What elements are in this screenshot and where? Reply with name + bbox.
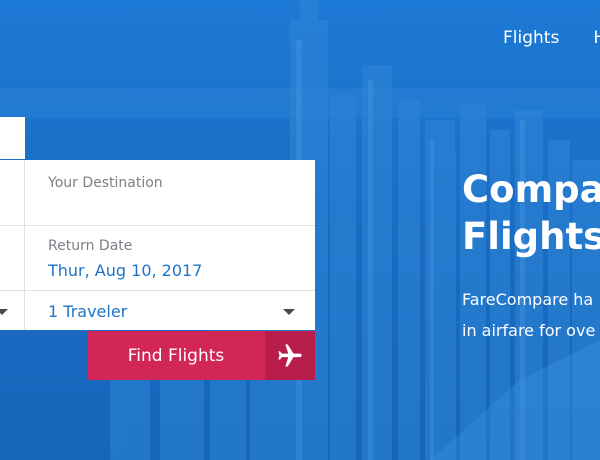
destination-field[interactable]: Your Destination <box>25 160 315 225</box>
travelers-value: 1 Traveler <box>48 302 128 321</box>
hero-headline: Compa Flights <box>462 166 600 260</box>
chevron-down-icon[interactable] <box>0 309 8 315</box>
hero-subtext: FareCompare ha in airfare for ove <box>462 284 595 346</box>
subtext-line-1: FareCompare ha <box>462 290 594 309</box>
headline-line-1: Compa <box>462 168 600 211</box>
search-form-card: Your Destination Return Date Thur, Aug 1… <box>0 160 315 330</box>
chevron-down-icon <box>283 309 295 315</box>
return-date-field[interactable]: Return Date Thur, Aug 10, 2017 <box>25 226 315 290</box>
find-flights-button[interactable]: Find Flights <box>88 331 315 380</box>
search-tab[interactable] <box>0 117 25 159</box>
nav-item-flights[interactable]: Flights <box>503 28 559 48</box>
find-flights-label: Find Flights <box>127 345 225 366</box>
top-nav: Flights H <box>503 26 600 50</box>
return-date-value: Thur, Aug 10, 2017 <box>48 261 203 280</box>
subtext-line-2: in airfare for ove <box>462 321 596 340</box>
airplane-icon <box>265 331 315 380</box>
travelers-select[interactable]: 1 Traveler <box>25 291 315 330</box>
headline-line-2: Flights <box>462 215 600 258</box>
nav-item-h[interactable]: H <box>593 28 600 48</box>
destination-label: Your Destination <box>48 175 163 191</box>
return-date-label: Return Date <box>48 238 133 254</box>
flight-search-panel: Your Destination Return Date Thur, Aug 1… <box>0 117 315 330</box>
